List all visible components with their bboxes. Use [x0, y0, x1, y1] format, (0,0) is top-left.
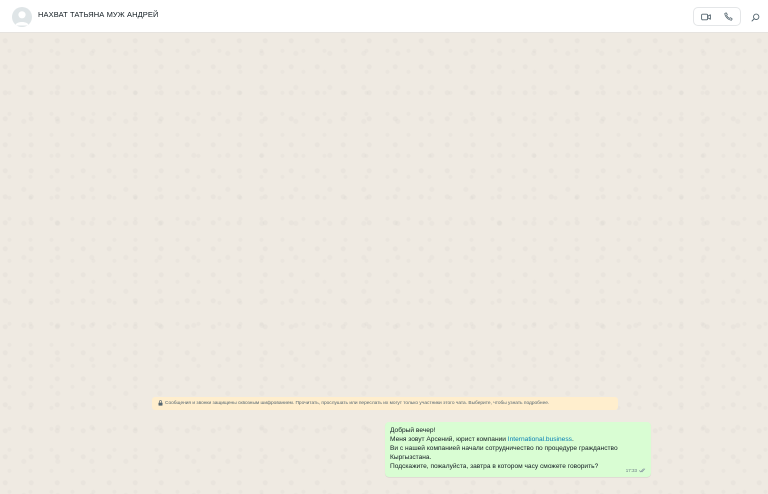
outgoing-message[interactable]: Добрый вечер! Меня зовут Арсений, юрист …: [385, 422, 651, 477]
chat-title[interactable]: НАХВАТ ТАТЬЯНА МУЖ АНДРЕЙ: [38, 10, 159, 19]
message-timestamp: 17:33: [625, 468, 637, 473]
search-icon: [751, 13, 759, 21]
whatsapp-chat-window: НАХВАТ ТАТЬЯНА МУЖ АНДРЕЙ Сообщения и зв…: [0, 0, 768, 494]
encryption-notice[interactable]: Сообщения и звонки защищены сквозным шиф…: [152, 397, 618, 410]
encryption-notice-text: Сообщения и звонки защищены сквозным шиф…: [165, 401, 550, 406]
message-text: .: [571, 436, 574, 443]
default-user-avatar-icon: [15, 11, 29, 26]
chat-wallpaper: [0, 33, 768, 494]
chat-header: НАХВАТ ТАТЬЯНА МУЖ АНДРЕЙ: [0, 0, 768, 33]
message-line: Ви с нашей компанией начали сотрудничест…: [390, 445, 618, 452]
video-camera-icon: [700, 13, 711, 20]
message-line: Кыргызстана.: [390, 454, 432, 461]
message-meta: 17:33: [626, 468, 646, 473]
message-text: Меня зовут Арсений, юрист компании: [390, 436, 508, 443]
message-link[interactable]: International.business: [508, 436, 572, 443]
lock-icon: [158, 400, 163, 406]
video-call-button[interactable]: [694, 8, 717, 25]
call-buttons-group: [693, 7, 741, 26]
contact-avatar[interactable]: [12, 7, 32, 27]
message-line: Подскажите, пожалуйста, завтра в котором…: [390, 463, 599, 470]
message-line: Меня зовут Арсений, юрист компании Inter…: [390, 435, 646, 444]
double-check-icon: [639, 468, 646, 473]
phone-icon: [724, 12, 733, 21]
voice-call-button[interactable]: [717, 8, 740, 25]
search-button[interactable]: [748, 10, 762, 24]
message-line: Добрый вечер!: [390, 427, 436, 434]
